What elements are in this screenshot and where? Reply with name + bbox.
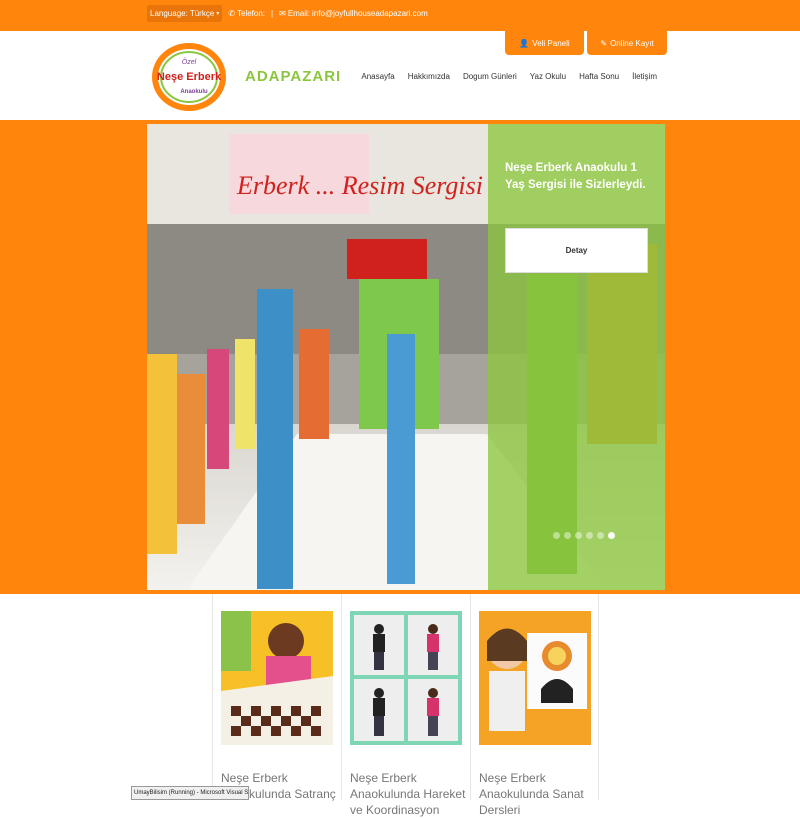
- slider-dot[interactable]: [553, 532, 560, 539]
- logo-line3: Anaokulu: [180, 89, 208, 95]
- card-title[interactable]: Neşe Erberk Anaokulunda Hareket ve Koord…: [350, 770, 466, 818]
- online-registration-button[interactable]: ✎ Online Kayıt: [587, 31, 667, 55]
- online-registration-label: Online Kayıt: [610, 38, 654, 48]
- email-value[interactable]: info@joyfullhouseadapazari.com: [312, 9, 428, 18]
- card-art[interactable]: Neşe Erberk Anaokulunda Sanat Dersleri: [470, 594, 599, 817]
- main-nav: Anasayfa Hakkımızda Dogum Günleri Yaz Ok…: [361, 72, 657, 81]
- slider-dot[interactable]: [608, 532, 615, 539]
- top-bar: Language: Türkçe ▾ ✆ Telefon: | ✉ Email:…: [0, 0, 800, 31]
- parent-panel-label: Veli Paneli: [532, 38, 570, 48]
- taskbar-tooltip: UmayBilisim (Running) - Microsoft Visual…: [131, 786, 249, 800]
- card-movement[interactable]: Neşe Erberk Anaokulunda Hareket ve Koord…: [341, 594, 470, 817]
- phone-icon: ✆: [228, 9, 235, 18]
- nav-item-hakkimizda[interactable]: Hakkımızda: [408, 72, 450, 81]
- school-logo[interactable]: Özel Neşe Erberk Anaokulu: [150, 41, 228, 113]
- slider-dot[interactable]: [586, 532, 593, 539]
- chess-photo: [221, 611, 333, 745]
- edit-icon: ✎: [600, 38, 608, 48]
- nav-item-dogum-gunleri[interactable]: Dogum Günleri: [463, 72, 517, 81]
- language-select[interactable]: Language: Türkçe ▾: [147, 5, 223, 22]
- activity-cards: Neşe Erberk Anaokulunda Satranç Neşe Erb…: [212, 594, 600, 817]
- art-photo: [479, 611, 591, 745]
- phone-info: ✆ Telefon:: [228, 9, 265, 18]
- slider-dot[interactable]: [575, 532, 582, 539]
- card-chess[interactable]: Neşe Erberk Anaokulunda Satranç: [212, 594, 341, 801]
- nav-item-hafta-sonu[interactable]: Hafta Sonu: [579, 72, 619, 81]
- city-label: ADAPAZARI: [245, 68, 342, 85]
- user-icon: 👤: [519, 38, 530, 48]
- header: Özel Neşe Erberk Anaokulu ADAPAZARI 👤 Ve…: [0, 31, 800, 120]
- nav-item-anasayfa[interactable]: Anasayfa: [361, 72, 394, 81]
- phone-label: Telefon:: [237, 9, 266, 18]
- email-info[interactable]: ✉ Email: info@joyfullhouseadapazari.com: [279, 9, 428, 18]
- divider: |: [271, 9, 274, 18]
- slider-dot[interactable]: [597, 532, 604, 539]
- banner-text: Erberk ... Resim Sergisi: [236, 171, 483, 200]
- parent-panel-button[interactable]: 👤 Veli Paneli: [505, 31, 584, 55]
- language-label: Language:: [150, 9, 188, 18]
- slide-title: Neşe Erberk Anaokulu 1 Yaş Sergisi ile S…: [505, 162, 646, 191]
- logo-line1: Özel: [182, 58, 197, 66]
- envelope-icon: ✉: [279, 9, 286, 18]
- slider-dot[interactable]: [564, 532, 571, 539]
- slider-dots: [553, 532, 615, 539]
- hero-slider[interactable]: Erberk ... Resim Sergisi Neşe Erberk Ana…: [147, 124, 665, 590]
- email-label: Email:: [287, 9, 311, 18]
- chevron-down-icon: ▾: [216, 11, 220, 17]
- card-title[interactable]: Neşe Erberk Anaokulunda Sanat Dersleri: [479, 770, 595, 818]
- nav-item-yaz-okulu[interactable]: Yaz Okulu: [530, 72, 566, 81]
- nav-item-iletisim[interactable]: İletişim: [632, 72, 657, 81]
- logo-line2: Neşe Erberk: [157, 71, 222, 83]
- detail-button[interactable]: Detay: [505, 228, 648, 273]
- language-value: Türkçe: [189, 9, 215, 18]
- movement-photo: [350, 611, 462, 745]
